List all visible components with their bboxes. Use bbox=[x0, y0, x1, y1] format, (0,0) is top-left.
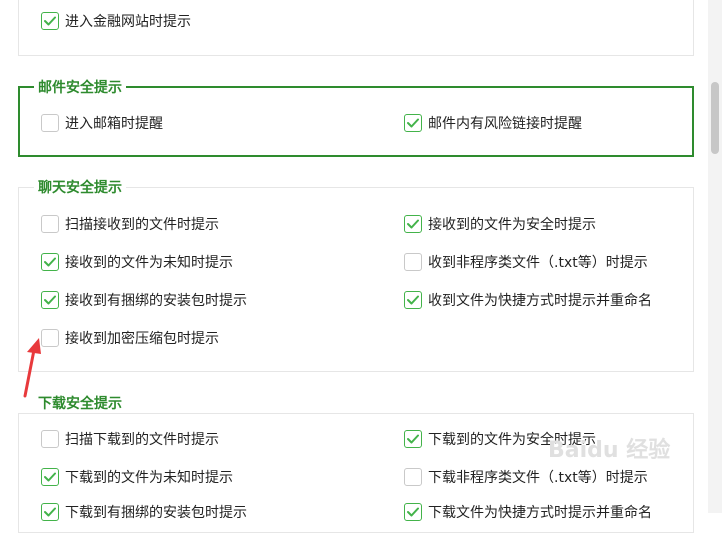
checkbox-checked-icon[interactable] bbox=[41, 503, 59, 521]
checkbox-label: 下载非程序类文件（.txt等）时提示 bbox=[428, 470, 648, 486]
checkbox-checked-icon[interactable] bbox=[41, 12, 59, 30]
checkbox-downloaded-unknown[interactable]: 下载到的文件为未知时提示 bbox=[41, 466, 233, 488]
annotation-arrow-icon bbox=[23, 338, 41, 398]
checkbox-label: 扫描下载到的文件时提示 bbox=[65, 432, 219, 448]
checkbox-downloaded-bundled[interactable]: 下载到有捆绑的安装包时提示 bbox=[41, 501, 247, 523]
checkbox-label: 进入金融网站时提示 bbox=[65, 14, 191, 30]
checkbox-label: 接收到加密压缩包时提示 bbox=[65, 331, 219, 347]
checkbox-checked-icon[interactable] bbox=[404, 503, 422, 521]
checkbox-label: 下载到有捆绑的安装包时提示 bbox=[65, 505, 247, 521]
checkbox-unchecked-icon[interactable] bbox=[41, 114, 59, 132]
checkbox-label: 进入邮箱时提醒 bbox=[65, 116, 163, 132]
scrollbar-thumb[interactable] bbox=[711, 82, 719, 154]
checkbox-received-unknown[interactable]: 接收到的文件为未知时提示 bbox=[41, 251, 233, 273]
checkbox-scan-received[interactable]: 扫描接收到的文件时提示 bbox=[41, 213, 219, 235]
checkbox-received-bundled[interactable]: 接收到有捆绑的安装包时提示 bbox=[41, 289, 247, 311]
vertical-scrollbar[interactable] bbox=[708, 0, 722, 513]
checkbox-mail-risk-link[interactable]: 邮件内有风险链接时提醒 bbox=[404, 112, 582, 134]
checkbox-unchecked-icon[interactable] bbox=[41, 430, 59, 448]
checkbox-received-encrypted[interactable]: 接收到加密压缩包时提示 bbox=[41, 327, 219, 349]
checkbox-checked-icon[interactable] bbox=[404, 215, 422, 233]
checkbox-downloaded-shortcut[interactable]: 下载文件为快捷方式时提示并重命名 bbox=[404, 501, 652, 523]
checkbox-label: 下载文件为快捷方式时提示并重命名 bbox=[428, 505, 652, 521]
checkbox-received-safe[interactable]: 接收到的文件为安全时提示 bbox=[404, 213, 596, 235]
checkbox-checked-icon[interactable] bbox=[41, 253, 59, 271]
checkbox-label: 收到文件为快捷方式时提示并重命名 bbox=[428, 293, 652, 309]
watermark-logo: Baidu 经验 bbox=[548, 438, 671, 463]
checkbox-label: 扫描接收到的文件时提示 bbox=[65, 217, 219, 233]
checkbox-scan-downloaded[interactable]: 扫描下载到的文件时提示 bbox=[41, 428, 219, 450]
download-section-title: 下载安全提示 bbox=[34, 393, 126, 413]
checkbox-label: 邮件内有风险链接时提醒 bbox=[428, 116, 582, 132]
checkbox-downloaded-non-program[interactable]: 下载非程序类文件（.txt等）时提示 bbox=[404, 466, 648, 488]
checkbox-label: 接收到有捆绑的安装包时提示 bbox=[65, 293, 247, 309]
checkbox-label: 收到非程序类文件（.txt等）时提示 bbox=[428, 255, 648, 271]
checkbox-unchecked-icon[interactable] bbox=[41, 215, 59, 233]
checkbox-unchecked-icon[interactable] bbox=[404, 468, 422, 486]
checkbox-finance-site[interactable]: 进入金融网站时提示 bbox=[41, 10, 191, 32]
checkbox-unchecked-icon[interactable] bbox=[404, 253, 422, 271]
checkbox-label: 接收到的文件为安全时提示 bbox=[428, 217, 596, 233]
chat-section-title: 聊天安全提示 bbox=[34, 177, 126, 197]
checkbox-checked-icon[interactable] bbox=[41, 468, 59, 486]
checkbox-received-non-program[interactable]: 收到非程序类文件（.txt等）时提示 bbox=[404, 251, 648, 273]
checkbox-label: 下载到的文件为未知时提示 bbox=[65, 470, 233, 486]
mail-section-title: 邮件安全提示 bbox=[34, 77, 126, 97]
checkbox-checked-icon[interactable] bbox=[404, 291, 422, 309]
checkbox-checked-icon[interactable] bbox=[404, 430, 422, 448]
checkbox-received-shortcut[interactable]: 收到文件为快捷方式时提示并重命名 bbox=[404, 289, 652, 311]
checkbox-label: 接收到的文件为未知时提示 bbox=[65, 255, 233, 271]
checkbox-enter-mailbox[interactable]: 进入邮箱时提醒 bbox=[41, 112, 163, 134]
checkbox-checked-icon[interactable] bbox=[41, 291, 59, 309]
checkbox-checked-icon[interactable] bbox=[404, 114, 422, 132]
